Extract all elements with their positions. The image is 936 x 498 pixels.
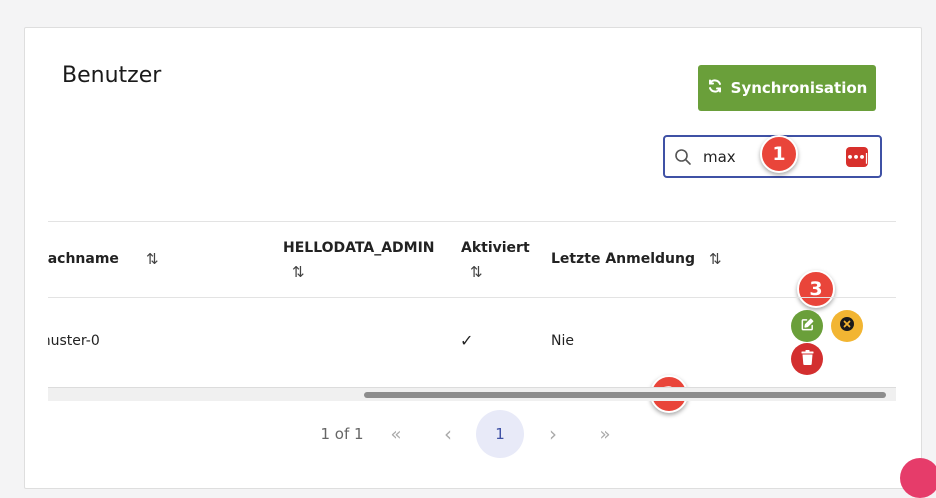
page-title: Benutzer (62, 63, 162, 88)
trash-icon (801, 349, 814, 369)
first-page-button[interactable]: « (376, 410, 416, 458)
annotation-marker-1: 1 (760, 135, 798, 173)
floating-action-button[interactable] (900, 458, 936, 498)
search-icon (674, 148, 692, 170)
page-summary: 1 of 1 (320, 425, 364, 443)
next-page-button[interactable]: › (533, 410, 573, 458)
users-table: Nachname ⇅ HELLODATA_ADMIN ⇅ Aktiviert ⇅… (48, 221, 896, 401)
close-circle-icon (839, 316, 855, 336)
cell-aktiviert-check: ✓ (460, 331, 474, 350)
cell-nachname: muster-0 (48, 333, 100, 349)
sort-icon[interactable]: ⇅ (709, 250, 722, 268)
column-header-letzte-anmeldung[interactable]: Letzte Anmeldung (551, 251, 695, 267)
sort-icon[interactable]: ⇅ (146, 250, 159, 268)
synchronisation-button[interactable]: Synchronisation (698, 65, 876, 111)
sync-icon (707, 78, 723, 98)
edit-button[interactable] (791, 310, 823, 342)
table-top-divider (48, 221, 896, 222)
horizontal-scrollbar[interactable] (48, 387, 896, 401)
sort-icon[interactable]: ⇅ (470, 263, 483, 281)
delete-button[interactable] (791, 343, 823, 375)
deactivate-button[interactable] (831, 310, 863, 342)
page-1-button[interactable]: 1 (476, 410, 524, 458)
header-divider (48, 297, 896, 298)
column-header-nachname[interactable]: Nachname (48, 251, 119, 267)
cell-letzte-anmeldung: Nie (551, 333, 574, 349)
column-header-aktiviert[interactable]: Aktiviert (461, 240, 530, 256)
sort-icon[interactable]: ⇅ (292, 263, 305, 281)
previous-page-button[interactable]: ‹ (428, 410, 468, 458)
password-manager-icon[interactable]: •••| (846, 147, 869, 167)
synchronisation-label: Synchronisation (730, 79, 868, 97)
edit-icon (800, 317, 815, 336)
scrollbar-thumb[interactable] (364, 392, 886, 398)
column-header-hellodata-admin[interactable]: HELLODATA_ADMIN (283, 240, 435, 256)
last-page-button[interactable]: » (585, 410, 625, 458)
